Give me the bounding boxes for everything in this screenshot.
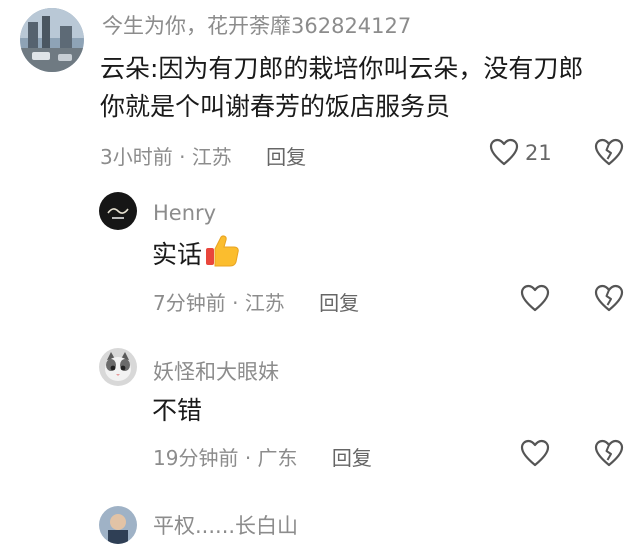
comment-time: 3小时前 xyxy=(100,145,173,169)
comment-time: 19分钟前 xyxy=(153,446,239,470)
comment-location: 广东 xyxy=(257,446,298,470)
broken-heart-icon[interactable] xyxy=(594,138,624,166)
avatar[interactable] xyxy=(99,506,137,544)
broken-heart-icon[interactable] xyxy=(594,284,624,312)
comment-time: 7分钟前 xyxy=(153,291,226,315)
avatar-person-photo xyxy=(99,506,137,544)
reply-button[interactable]: 回复 xyxy=(319,291,359,315)
avatar[interactable] xyxy=(99,348,137,386)
separator: · xyxy=(244,446,252,470)
avatar-dark-logo xyxy=(99,192,137,230)
broken-heart-icon[interactable] xyxy=(594,439,624,467)
comment-text-line1: 云朵:因为有刀郎的栽培你叫云朵，没有刀郎 xyxy=(100,54,584,83)
comment-text-content: 实话 xyxy=(152,240,203,269)
like-count: 21 xyxy=(525,141,552,165)
reply-button[interactable]: 回复 xyxy=(266,145,306,169)
comment-username[interactable]: Henry xyxy=(153,201,216,225)
comment-location: 江苏 xyxy=(191,145,232,169)
comment-text-line2: 你就是个叫谢春芳的饭店服务员 xyxy=(100,92,451,121)
comment-username[interactable]: 今生为你，花开荼靡362824127 xyxy=(102,10,411,40)
comment-meta: 7分钟前 · 江苏 回复 xyxy=(153,287,359,316)
comment-meta: 3小时前 · 江苏 回复 xyxy=(100,141,306,170)
avatar-cat-photo xyxy=(99,348,137,386)
comment-text: 不错 xyxy=(152,396,203,425)
comment-username[interactable]: 平权......长白山 xyxy=(153,510,298,540)
comment-username[interactable]: 妖怪和大眼妹 xyxy=(153,356,279,386)
avatar[interactable] xyxy=(99,192,137,230)
comment-text: 实话 xyxy=(152,234,240,274)
heart-icon[interactable] xyxy=(520,284,550,312)
comment-location: 江苏 xyxy=(244,291,285,315)
avatar[interactable] xyxy=(20,8,84,72)
thumbs-up-emoji xyxy=(204,234,240,268)
separator: · xyxy=(179,145,186,169)
heart-icon[interactable] xyxy=(520,439,550,467)
separator: · xyxy=(232,291,239,315)
comment-meta: 19分钟前 · 广东 回复 xyxy=(153,442,372,471)
reply-button[interactable]: 回复 xyxy=(332,446,372,470)
heart-icon[interactable] xyxy=(489,138,519,166)
avatar-city-image xyxy=(20,8,84,72)
